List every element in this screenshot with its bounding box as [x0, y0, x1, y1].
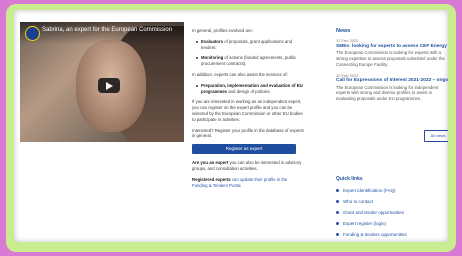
bullet-term: Evaluators — [201, 38, 223, 44]
bullet-icon — [196, 84, 198, 87]
list-item: Evaluators of proposals, grant applicati… — [196, 39, 304, 51]
bullet-term: Monitoring — [201, 55, 224, 61]
browser-page: Sabrina, an expert for the European Comm… — [14, 10, 448, 242]
intro-lead-2: In addition, experts can also assist the… — [192, 71, 288, 77]
quick-link-item[interactable]: Grant and tender opportunities — [336, 210, 448, 215]
quick-links-title: Quick links — [336, 176, 363, 182]
intro-paragraph: If you are interested in working as an i… — [192, 99, 303, 122]
expert-info-column: In general, profiles involved are: Evalu… — [192, 28, 304, 193]
bullet-icon — [196, 40, 198, 43]
link-bullet-icon — [336, 200, 339, 203]
list-item: Preparation, implementation and evaluati… — [196, 83, 304, 95]
quick-link-label[interactable]: Funding & tenders opportunities — [343, 232, 407, 237]
bullet-text: and design of policies. — [228, 88, 271, 94]
news-text: The European Commission is looking for e… — [336, 50, 445, 67]
play-icon[interactable] — [98, 78, 120, 93]
note-1-bold: Are you an expert — [192, 160, 229, 166]
link-bullet-icon — [336, 222, 339, 225]
video-title: Sabrina, an expert for the European Comm… — [42, 27, 173, 33]
intro-question: Interested? Register your profile in the… — [192, 127, 304, 139]
register-expert-button[interactable]: Register as expert — [192, 144, 296, 155]
quick-link-item[interactable]: Funding & tenders opportunities — [336, 232, 448, 237]
quick-link-item[interactable]: Expert register (login) — [336, 221, 448, 226]
list-item: Monitoring of actions (funded agreements… — [196, 55, 304, 67]
note-2: Registered experts can update their prof… — [192, 177, 304, 189]
link-bullet-icon — [336, 189, 339, 192]
quick-link-label[interactable]: Grant and tender opportunities — [343, 210, 404, 215]
note-1: Are you an expert you can also be intere… — [192, 160, 304, 172]
quick-link-label[interactable]: Expert identification (FAQ) — [343, 188, 396, 193]
quick-link-item[interactable]: Who to contact — [336, 199, 448, 204]
quick-link-item[interactable]: Expert identification (FAQ) — [336, 188, 448, 193]
all-news-button[interactable]: All news — [424, 130, 448, 142]
news-column: News 17 Feb 2022 SMEs: looking for exper… — [336, 28, 448, 107]
quick-link-label[interactable]: Expert register (login) — [343, 221, 386, 226]
news-title[interactable]: Call for Expressions of Interest 2021-20… — [336, 78, 448, 84]
intro-lead: In general, profiles involved are: — [192, 28, 253, 33]
video-player[interactable]: Sabrina, an expert for the European Comm… — [20, 22, 184, 142]
link-bullet-icon — [336, 211, 339, 214]
note-2-bold: Registered experts — [192, 176, 231, 182]
quick-links: Quick links Expert identification (FAQ) … — [336, 176, 448, 242]
link-bullet-icon — [336, 233, 339, 236]
video-title-bar: Sabrina, an expert for the European Comm… — [20, 22, 184, 44]
quick-link-label[interactable]: Who to contact — [343, 199, 373, 204]
eu-logo-icon — [25, 26, 40, 41]
news-text: The European Commission is looking for i… — [336, 84, 439, 102]
news-heading: News — [336, 28, 351, 34]
bullet-icon — [196, 57, 198, 60]
